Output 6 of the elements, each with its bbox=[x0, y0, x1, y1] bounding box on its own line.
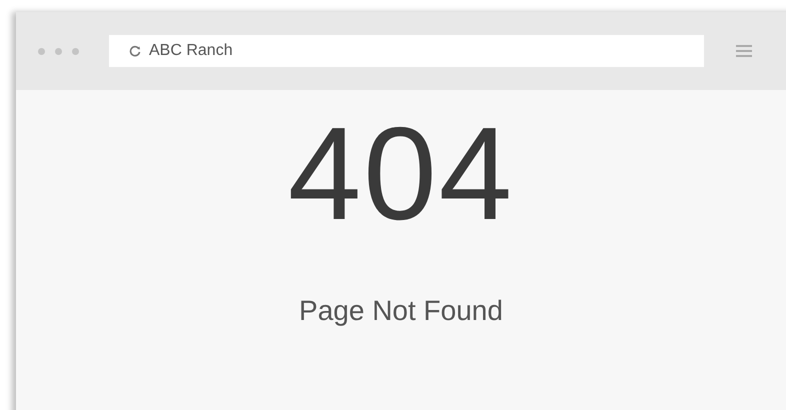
address-bar[interactable]: ABC Ranch bbox=[109, 35, 704, 67]
menu-icon[interactable] bbox=[736, 45, 752, 57]
error-message: Page Not Found bbox=[299, 294, 503, 328]
reload-icon[interactable] bbox=[129, 45, 141, 57]
address-text: ABC Ranch bbox=[149, 41, 233, 61]
error-code: 404 bbox=[288, 108, 514, 240]
